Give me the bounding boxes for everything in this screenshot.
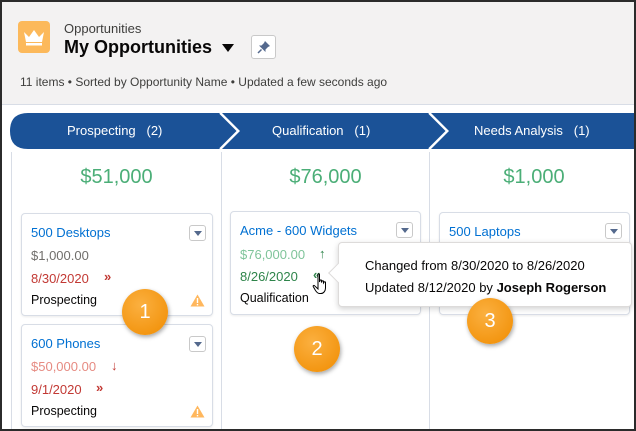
opportunity-card[interactable]: 500 Desktops $1,000.00 8/30/2020 » Prosp… xyxy=(21,213,213,316)
pin-button[interactable] xyxy=(251,35,276,59)
warning-icon[interactable] xyxy=(190,294,205,307)
arrow-down-icon[interactable]: ↓ xyxy=(111,358,118,373)
column-total: $51,000 xyxy=(80,166,153,188)
opportunity-name-link[interactable]: 600 Phones xyxy=(31,336,100,351)
pin-icon xyxy=(256,41,270,54)
stage-count: (1) xyxy=(573,123,590,138)
card-menu-button[interactable] xyxy=(189,336,206,352)
list-title[interactable]: My Opportunities xyxy=(64,37,212,58)
opportunity-amount: $76,000.00 xyxy=(240,247,306,262)
stage-label-needs-analysis: Needs Analysis (1) xyxy=(474,123,590,138)
card-menu-button[interactable] xyxy=(396,222,413,238)
opportunity-close-date: 8/30/2020 xyxy=(31,271,89,286)
stage-name: Qualification xyxy=(272,123,344,138)
tooltip-updated-prefix: Updated 8/12/2020 by xyxy=(365,280,493,295)
stage-label-prospecting: Prospecting (2) xyxy=(67,123,162,138)
tooltip-updated-user: Joseph Rogerson xyxy=(496,280,607,295)
callout-marker: 2 xyxy=(294,326,340,372)
arrow-up-icon[interactable]: ↑ xyxy=(319,246,326,261)
column-total: $1,000 xyxy=(503,166,565,188)
chevron-down-icon xyxy=(193,230,202,236)
kanban-view: Opportunities My Opportunities 11 items … xyxy=(0,0,636,431)
chevron-down-icon xyxy=(193,341,202,347)
opportunity-amount: $50,000.00 xyxy=(31,359,97,374)
crown-icon xyxy=(18,21,50,53)
warning-icon[interactable] xyxy=(190,405,205,418)
column-total: $76,000 xyxy=(289,166,362,188)
opportunity-stage: Prospecting xyxy=(31,404,98,418)
opportunity-stage: Prospecting xyxy=(31,293,98,307)
opportunity-amount: $1,000.00 xyxy=(31,248,89,263)
opportunity-stage: Qualification xyxy=(240,291,309,305)
stage-path: Prospecting (2) Qualification (1) Needs … xyxy=(2,105,634,155)
card-menu-button[interactable] xyxy=(605,223,622,239)
card-menu-button[interactable] xyxy=(189,225,206,241)
list-view-switcher[interactable]: My Opportunities xyxy=(64,37,234,58)
opportunity-name-link[interactable]: 500 Desktops xyxy=(31,225,111,240)
chevron-down-icon xyxy=(400,227,409,233)
chevron-down-icon xyxy=(609,228,618,234)
opportunity-card[interactable]: 600 Phones $50,000.00 ↓ 9/1/2020 » Prosp… xyxy=(21,324,213,427)
stage-name: Needs Analysis xyxy=(474,123,563,138)
list-summary: 11 items • Sorted by Opportunity Name • … xyxy=(20,75,388,89)
column-divider xyxy=(11,152,12,429)
opportunity-name-link[interactable]: 500 Laptops xyxy=(449,224,521,239)
tooltip-change-text: Changed from 8/30/2020 to 8/26/2020 xyxy=(365,258,585,273)
opportunity-close-date: 9/1/2020 xyxy=(31,382,82,397)
callout-marker: 1 xyxy=(122,289,168,335)
list-header: Opportunities My Opportunities 11 items … xyxy=(2,2,634,105)
opportunity-close-date: 8/26/2020 xyxy=(240,269,298,284)
callout-marker: 3 xyxy=(467,298,513,344)
stage-count: (2) xyxy=(146,123,163,138)
tooltip-updated-text: Updated 8/12/2020 by Joseph Rogerson xyxy=(365,280,606,295)
date-pushed-out-icon[interactable]: » xyxy=(104,269,111,284)
object-name: Opportunities xyxy=(64,21,142,36)
opportunity-name-link[interactable]: Acme - 600 Widgets xyxy=(240,223,357,238)
date-pushed-out-icon[interactable]: » xyxy=(96,380,103,395)
hand-cursor-icon xyxy=(312,273,326,294)
stage-count: (1) xyxy=(354,123,371,138)
column-divider xyxy=(221,152,222,429)
stage-label-qualification: Qualification (1) xyxy=(272,123,370,138)
chevron-down-icon[interactable] xyxy=(222,43,234,52)
stage-name: Prospecting xyxy=(67,123,136,138)
change-history-tooltip: Changed from 8/30/2020 to 8/26/2020 Upda… xyxy=(328,242,632,307)
